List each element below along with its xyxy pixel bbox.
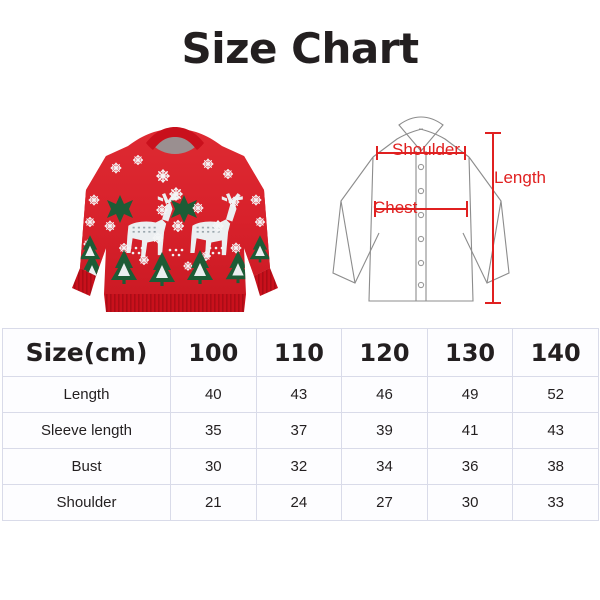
cell-length-140: 52 xyxy=(512,376,599,413)
cell-bust-110: 32 xyxy=(255,448,343,485)
shirt-measurement-diagram xyxy=(325,105,575,315)
size-word: Size xyxy=(25,338,84,367)
table-row: Sleeve length 35 37 39 41 43 xyxy=(2,412,599,449)
table-row: Shoulder 21 24 27 30 33 xyxy=(2,484,599,521)
cell-shoulder-120: 27 xyxy=(341,484,428,521)
cell-sleeve-length-100: 35 xyxy=(170,412,257,449)
measure-label-length: Length xyxy=(494,168,546,187)
row-label-sleeve-length: Sleeve length xyxy=(2,412,171,449)
cell-length-120: 46 xyxy=(341,376,428,413)
cell-sleeve-length-130: 41 xyxy=(426,412,514,449)
product-image-sweater xyxy=(58,98,292,318)
cell-bust-130: 36 xyxy=(426,448,514,485)
cell-length-110: 43 xyxy=(255,376,343,413)
cell-sleeve-length-140: 43 xyxy=(512,412,599,449)
header-cell-size-120: 120 xyxy=(341,328,428,377)
cell-length-100: 40 xyxy=(170,376,257,413)
cell-shoulder-110: 24 xyxy=(255,484,343,521)
page-title: Size Chart xyxy=(181,24,419,73)
header-cell-size-130: 130 xyxy=(426,328,514,377)
cell-shoulder-130: 30 xyxy=(426,484,514,521)
header-cell-size-110: 110 xyxy=(255,328,343,377)
measure-label-shoulder: Shoulder xyxy=(392,140,461,159)
cell-shoulder-100: 21 xyxy=(170,484,257,521)
measure-label-chest: Chest xyxy=(373,198,418,217)
cell-length-130: 49 xyxy=(426,376,514,413)
cell-sleeve-length-110: 37 xyxy=(255,412,343,449)
cell-bust-100: 30 xyxy=(170,448,257,485)
cell-sleeve-length-120: 39 xyxy=(341,412,428,449)
header-cell-size-100: 100 xyxy=(170,328,257,377)
size-unit: (cm) xyxy=(83,338,148,367)
table-row: Length 40 43 46 49 52 xyxy=(2,376,599,413)
row-label-shoulder: Shoulder xyxy=(2,484,171,521)
cell-bust-140: 38 xyxy=(512,448,599,485)
cell-bust-120: 34 xyxy=(341,448,428,485)
header-cell-size: Size(cm) xyxy=(2,328,171,377)
size-chart-table: Size(cm) 100 110 120 130 140 Length 40 4… xyxy=(2,328,599,521)
table-header-row: Size(cm) 100 110 120 130 140 xyxy=(2,328,599,377)
row-label-bust: Bust xyxy=(2,448,171,485)
table-row: Bust 30 32 34 36 38 xyxy=(2,448,599,485)
row-label-length: Length xyxy=(2,376,171,413)
header-cell-size-140: 140 xyxy=(512,328,599,377)
cell-shoulder-140: 33 xyxy=(512,484,599,521)
